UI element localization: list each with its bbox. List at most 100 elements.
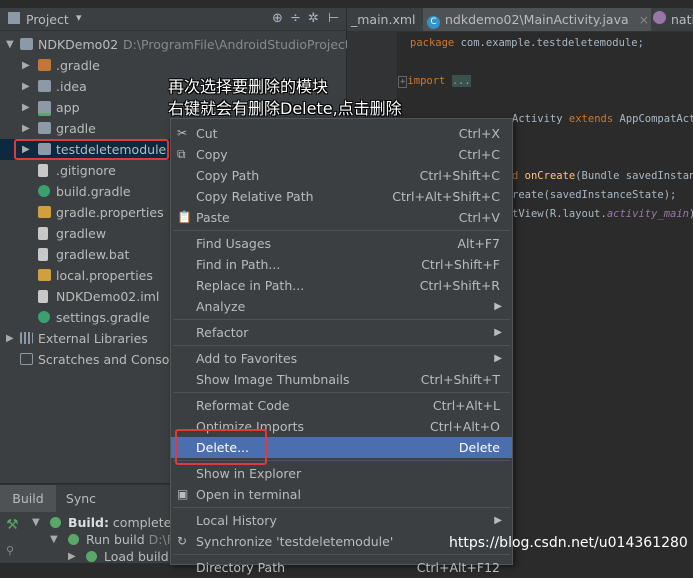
tree-item-label: gradlew [56,226,107,241]
menu-item-label: Replace in Path... [196,278,305,293]
menu-item-shortcut: Ctrl+Alt+L [432,398,500,413]
code-line-super: reate(savedInstanceState); [512,189,677,201]
tree-item-label: NDKDemo02 [38,37,119,52]
tree-item-label: gradle.properties [56,205,164,220]
menu-item-label: Analyze [196,299,246,314]
menu-item-shortcut: Ctrl+Alt+Shift+C [392,189,500,204]
menu-item-label: Local History [196,513,277,528]
code-line-class: Activity extends AppCompatActi [512,113,693,125]
module-folder-icon [38,101,51,116]
code-line-import: + import ... [398,75,471,88]
menu-item-show-image-thumbnails[interactable]: Show Image Thumbnails Ctrl+Shift+T [171,369,512,390]
menu-item-reformat-code[interactable]: Reformat Code Ctrl+Alt+L [171,395,512,416]
filter-icon[interactable]: ⚲ [6,544,14,557]
menu-item-label: Paste [196,210,230,225]
tab-main-activity[interactable]: Cndkdemo02\MainActivity.java × [423,8,651,31]
file-icon [38,248,48,261]
chevron-right-icon[interactable]: ▶ [6,328,16,349]
menu-item-shortcut: Ctrl+Shift+T [420,372,500,387]
submenu-arrow-icon: ▶ [494,301,502,312]
selection-highlight-box [14,139,169,160]
chevron-right-icon[interactable]: ▶ [22,118,32,139]
menu-item-shortcut: Ctrl+C [458,147,500,162]
code-line-package: package com.example.testdeletemodule; [410,37,644,49]
tree-item-label: gradle [56,121,96,136]
menu-item-find-usages[interactable]: Find Usages Alt+F7 [171,233,512,254]
chevron-right-icon[interactable]: ▶ [22,55,32,76]
hammer-icon[interactable]: ⚒ [6,517,19,533]
menu-item-refactor[interactable]: Refactor ▶ [171,322,512,343]
open-in-terminal-icon: ▣ [177,487,189,501]
libraries-icon [20,332,33,344]
menu-item-open-in-terminal[interactable]: ▣ Open in terminal [171,484,512,505]
menu-item-copy-path[interactable]: Copy Path Ctrl+Shift+C [171,165,512,186]
submenu-arrow-icon: ▶ [494,327,502,338]
tab-sync[interactable]: Sync [56,485,106,513]
tab-native[interactable]: nati [649,8,693,31]
gear-icon[interactable]: ✲ [308,11,319,26]
tree-item[interactable]: ▼ NDKDemo02 D:\ProgramFile\AndroidStudioPr… [0,34,356,55]
menu-item-label: Find Usages [196,236,272,251]
locate-icon[interactable]: ⊕ [272,11,283,26]
submenu-arrow-icon: ▶ [494,515,502,526]
menu-item-label: Directory Path [196,560,286,575]
tree-item-label: app [56,100,80,115]
menu-item-cut[interactable]: ✂ Cut Ctrl+X [171,123,512,144]
synchronize-testdeletemodule-icon: ↻ [177,534,188,548]
scratches-icon [20,353,33,365]
chevron-down-icon[interactable]: ▼ [6,34,16,55]
file-icon [38,227,48,240]
editor-tab-bar: _main.xml × Cndkdemo02\MainActivity.java… [347,8,693,50]
menu-item-label: Synchronize 'testdeletemodule' [196,534,394,549]
project-path: D:\ProgramFile\AndroidStudioProjects [123,37,357,52]
menu-item-label: Show Image Thumbnails [196,372,350,387]
menu-item-copy[interactable]: ⧉ Copy Ctrl+C [171,144,512,165]
tab-label: ndkdemo02\MainActivity.java [445,12,629,27]
paste-icon: 📋 [177,210,192,224]
chevron-right-icon[interactable]: ▶ [22,76,32,97]
collapse-icon[interactable]: ÷ [290,11,301,26]
menu-item-directory-path[interactable]: Directory Path Ctrl+Alt+F12 [171,557,512,578]
build-tool-window-tabs: Build Sync [0,484,170,513]
cut-icon: ✂ [177,126,188,140]
menu-item-show-in-explorer[interactable]: Show in Explorer [171,463,512,484]
menu-item-shortcut: Ctrl+Shift+R [419,278,500,293]
menu-item-add-to-favorites[interactable]: Add to Favorites ▶ [171,348,512,369]
chevron-right-icon[interactable]: ▶ [22,97,32,118]
build-output: ⚒ ⚲ ▼ Build: completed ▼ Run build D:\F … [0,512,179,564]
watermark: https://blog.csdn.net/u014361280 [449,535,688,551]
tab-activity-main-xml[interactable]: _main.xml × [347,8,425,50]
menu-item-analyze[interactable]: Analyze ▶ [171,296,512,317]
file-icon [38,164,48,177]
tree-item-label: External Libraries [38,331,148,346]
menu-item-label: Copy [196,147,228,162]
menu-item-local-history[interactable]: Local History ▶ [171,510,512,531]
close-icon[interactable]: × [639,12,649,27]
folder-icon [38,80,51,92]
folder-icon [38,122,51,134]
tree-item-label: local.properties [56,268,153,283]
menu-item-paste[interactable]: 📋 Paste Ctrl+V [171,207,512,228]
tree-item-label: .gitignore [56,163,116,178]
menu-separator [173,230,510,231]
file-icon [38,290,48,303]
properties-icon [38,206,51,218]
chevron-down-icon[interactable]: ▾ [76,11,82,24]
menu-item-label: Open in terminal [196,487,301,502]
annotation-line-2: 右键就会有删除Delete,点击删除 [168,99,402,118]
gradle-icon [38,311,50,323]
menu-item-copy-relative-path[interactable]: Copy Relative Path Ctrl+Alt+Shift+C [171,186,512,207]
project-panel-title[interactable]: Project [26,12,69,27]
tree-item-label: build.gradle [56,184,131,199]
menu-item-replace-in-path[interactable]: Replace in Path... Ctrl+Shift+R [171,275,512,296]
menu-item-shortcut: Ctrl+V [458,210,500,225]
menu-item-shortcut: Alt+F7 [457,236,500,251]
tree-item-label: .gradle [56,58,100,73]
tab-build[interactable]: Build [0,485,56,513]
hide-panel-icon[interactable]: ⊢ [328,11,339,26]
menu-item-label: Show in Explorer [196,466,302,481]
class-icon: C [427,16,440,29]
menu-item-find-in-path[interactable]: Find in Path... Ctrl+Shift+F [171,254,512,275]
tab-label: nati [671,12,693,27]
properties-icon [38,269,51,281]
